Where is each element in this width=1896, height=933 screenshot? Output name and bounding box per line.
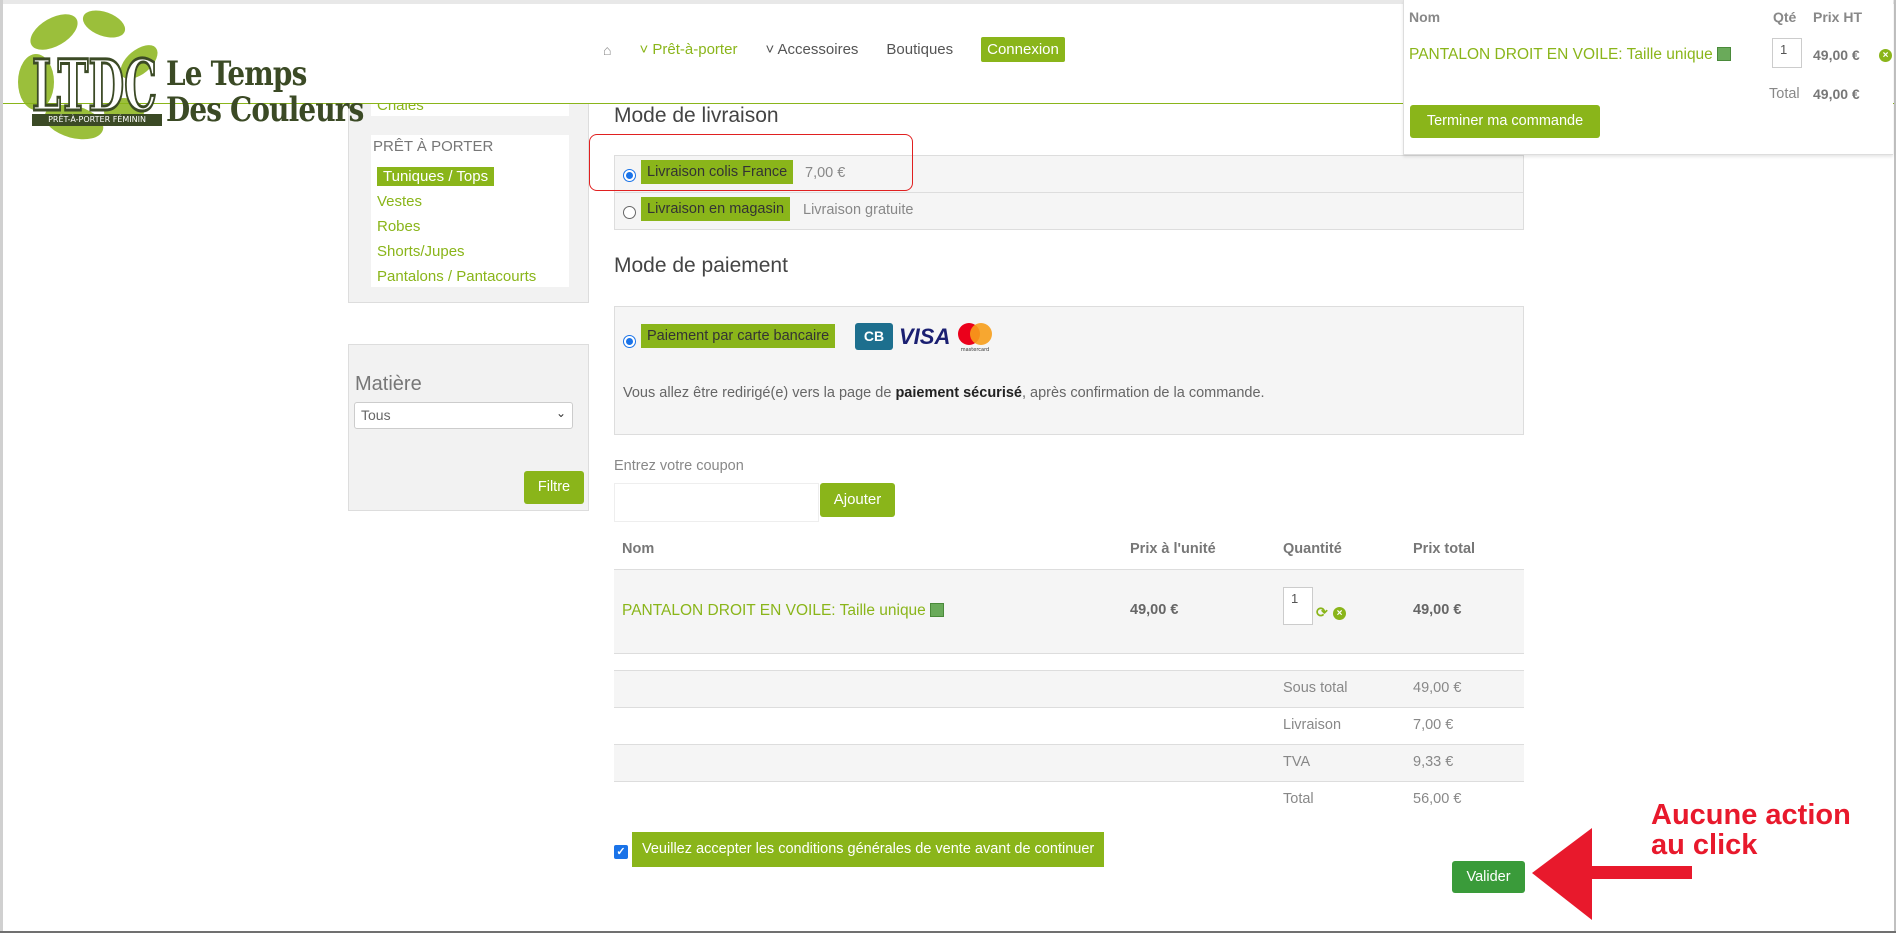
payment-title: Mode de paiement [614, 254, 788, 277]
payment-text-bold: paiement sécurisé [895, 385, 1022, 401]
remove-icon[interactable]: × [1879, 49, 1892, 62]
mini-cart-header-qty: Qté [1773, 9, 1797, 25]
annotation-highlight-box [589, 134, 913, 191]
logo-tagline: PRÊT-À-PORTER FÉMININ [32, 114, 162, 126]
mini-cart-item-price: 49,00 € [1813, 47, 1860, 63]
table-row: PANTALON DROIT EN VOILE: Taille unique 4… [614, 569, 1524, 654]
product-qty-input[interactable]: 1 [1283, 587, 1313, 625]
table-header-qty: Quantité [1283, 541, 1342, 557]
table-header-unit-price: Prix à l'unité [1130, 541, 1216, 557]
summary-label: Sous total [1283, 680, 1348, 696]
summary-value: 49,00 € [1413, 680, 1462, 696]
payment-radio-card[interactable] [623, 335, 636, 348]
validate-button[interactable]: Valider [1452, 861, 1525, 893]
matiere-select[interactable]: Tous ⌄ [354, 402, 573, 429]
nav-label: Prêt-à-porter [652, 41, 738, 58]
mini-cart-item-label: PANTALON DROIT EN VOILE: Taille unique [1409, 46, 1713, 63]
annotation-arrow-icon [1532, 828, 1692, 920]
summary-row-total: Total 56,00 € [614, 781, 1524, 818]
nav-item-accessoires[interactable]: ˅ Accessoires [765, 41, 858, 58]
product-name: PANTALON DROIT EN VOILE: Taille unique [622, 602, 926, 619]
summary-row-subtotal: Sous total 49,00 € [614, 670, 1524, 707]
filter-panel: Matière Tous ⌄ Filtre [348, 344, 589, 511]
mini-cart-dropdown: Nom Qté Prix HT PANTALON DROIT EN VOILE:… [1403, 0, 1893, 155]
summary-label: Total [1283, 791, 1314, 807]
payment-info-text: Vous allez être redirigé(e) vers la page… [623, 385, 1265, 401]
shipping-option-magasin[interactable]: Livraison en magasin Livraison gratuite [614, 192, 1524, 230]
summary-value: 56,00 € [1413, 791, 1462, 807]
payment-label-card[interactable]: Paiement par carte bancaire [641, 324, 836, 348]
sidebar-section: PRÊT À PORTER Tuniques / Tops Vestes Rob… [371, 135, 569, 287]
remove-icon[interactable]: × [1333, 607, 1346, 620]
product-unit-price: 49,00 € [1130, 602, 1179, 618]
summary-row-shipping: Livraison 7,00 € [614, 707, 1524, 744]
nav-item-boutiques[interactable]: Boutiques [886, 41, 953, 58]
main-nav: ⌂ ˅ Prêt-à-porter ˅ Accessoires Boutique… [603, 37, 1065, 62]
shipping-price-magasin: Livraison gratuite [803, 202, 914, 218]
annotation-line1: Aucune action [1651, 799, 1851, 831]
payment-text-part: , après confirmation de la commande. [1021, 385, 1265, 401]
mini-cart-qty-input[interactable]: 1 [1772, 38, 1802, 68]
mini-cart-total-value: 49,00 € [1813, 86, 1860, 102]
mini-cart-item-name[interactable]: PANTALON DROIT EN VOILE: Taille unique [1409, 46, 1731, 64]
color-swatch [929, 603, 944, 617]
site-logo[interactable]: LTDC Le Temps Des Couleurs PRÊT-À-PORTER… [14, 2, 364, 148]
summary-row-tva: TVA 9,33 € [614, 744, 1524, 781]
sidebar-item-vestes[interactable]: Vestes [377, 193, 422, 210]
cgv-checkbox[interactable]: ✓ [614, 845, 628, 859]
logo-line2: Des Couleurs [166, 90, 364, 130]
summary-label: TVA [1283, 754, 1311, 770]
payment-option-card: Paiement par carte bancaire CB VISA mast… [614, 306, 1524, 435]
sidebar-item-pantalons[interactable]: Pantalons / Pantacourts [377, 268, 536, 285]
filter-button[interactable]: Filtre [524, 471, 584, 504]
mastercard-icon: mastercard [958, 323, 992, 353]
product-total-price: 49,00 € [1413, 602, 1462, 618]
mini-cart-header-price: Prix HT [1813, 9, 1863, 25]
payment-text-part: Vous allez être redirigé(e) vers la page… [623, 385, 896, 401]
sidebar-categories: Chaies PRÊT À PORTER Tuniques / Tops Ves… [348, 90, 589, 303]
refresh-icon[interactable]: ⟳ [1316, 604, 1328, 621]
product-name-link[interactable]: PANTALON DROIT EN VOILE: Taille unique [622, 602, 944, 620]
table-header-name: Nom [622, 541, 655, 557]
sidebar-item-shorts[interactable]: Shorts/Jupes [377, 243, 465, 260]
summary-value: 9,33 € [1413, 754, 1454, 770]
filter-title: Matière [355, 373, 422, 395]
sidebar-item-tuniques[interactable]: Tuniques / Tops [377, 167, 495, 186]
visa-card-icon: VISA [899, 324, 951, 349]
svg-text:mastercard: mastercard [961, 347, 989, 353]
mini-cart-header-name: Nom [1409, 9, 1441, 25]
table-header-total: Prix total [1413, 541, 1476, 557]
logo-line1: Le Temps [166, 54, 307, 94]
coupon-input[interactable] [614, 483, 819, 522]
color-swatch [1716, 47, 1731, 61]
checkout-button[interactable]: Terminer ma commande [1410, 105, 1600, 138]
login-button[interactable]: Connexion [981, 37, 1065, 62]
matiere-select-value: Tous [361, 407, 391, 423]
mini-cart-total-label: Total [1769, 86, 1800, 102]
home-icon[interactable]: ⌂ [603, 42, 611, 58]
nav-label: Accessoires [777, 41, 859, 58]
cb-card-icon: CB [855, 323, 893, 350]
sidebar-item-robes[interactable]: Robes [377, 218, 420, 235]
chevron-down-icon: ⌄ [555, 406, 566, 420]
sidebar-section-title: PRÊT À PORTER [373, 138, 494, 155]
nav-item-pret-a-porter[interactable]: ˅ Prêt-à-porter [639, 41, 737, 58]
shipping-label-magasin[interactable]: Livraison en magasin [641, 197, 791, 221]
coupon-label: Entrez votre coupon [614, 458, 744, 474]
shipping-title: Mode de livraison [614, 104, 779, 127]
summary-value: 7,00 € [1413, 717, 1454, 733]
shipping-radio-magasin[interactable] [623, 206, 636, 219]
leaf-logo-icon: LTDC [18, 10, 159, 140]
add-coupon-button[interactable]: Ajouter [820, 483, 895, 517]
cgv-label[interactable]: Veuillez accepter les conditions général… [632, 832, 1105, 867]
summary-label: Livraison [1283, 717, 1342, 733]
window-left-edge [0, 0, 3, 933]
